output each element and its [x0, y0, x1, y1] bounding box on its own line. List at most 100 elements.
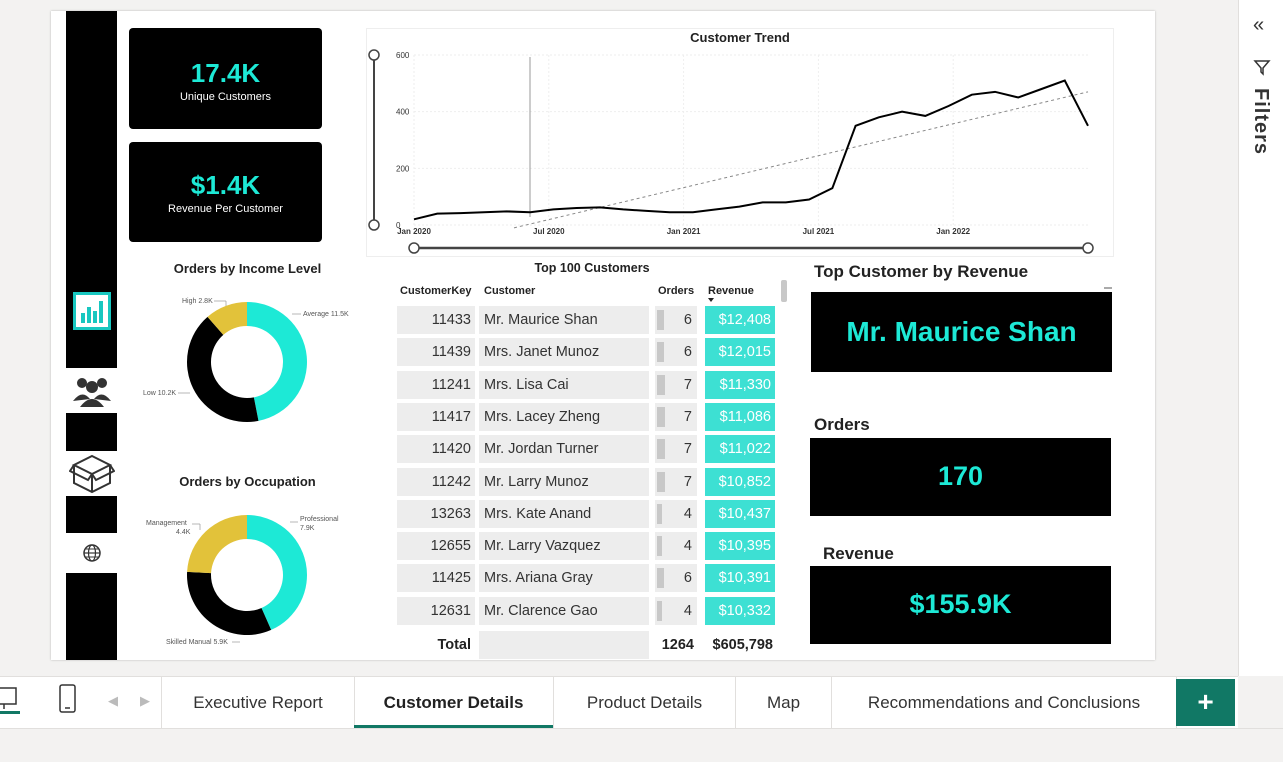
- tab-executive-report[interactable]: Executive Report: [161, 677, 355, 729]
- table-row[interactable]: 11242 Mr. Larry Munoz 7 $10,852: [397, 467, 777, 496]
- cell-customer-name: Mrs. Lisa Cai: [479, 370, 649, 399]
- kpi-value: $1.4K: [190, 170, 261, 200]
- orders-value: 7: [683, 441, 692, 458]
- cell-orders: 7: [655, 435, 697, 464]
- tab-scroll-right-icon[interactable]: ▶: [140, 693, 150, 709]
- table-row[interactable]: 11433 Mr. Maurice Shan 6 $12,408: [397, 306, 777, 334]
- slice-average[interactable]: [247, 302, 308, 421]
- add-page-button[interactable]: +: [1176, 679, 1235, 726]
- orders-databar: [657, 406, 665, 427]
- orders-databar: [657, 310, 664, 330]
- cell-customer-key: 11241: [397, 370, 475, 399]
- filters-pane: « Filters: [1238, 0, 1283, 676]
- tab-product-details[interactable]: Product Details: [554, 677, 736, 729]
- cell-revenue: $10,332: [705, 596, 775, 625]
- cell-revenue: $11,086: [705, 402, 775, 431]
- cell-orders: 7: [655, 402, 697, 431]
- table-row[interactable]: 11241 Mrs. Lisa Cai 7 $11,330: [397, 370, 777, 399]
- orders-databar: [657, 471, 665, 492]
- label-professional: Professional: [300, 516, 339, 523]
- label-management-value: 4.4K: [176, 529, 191, 536]
- kpi-unique-customers: 17.4K Unique Customers: [129, 28, 322, 129]
- orders-value: 4: [683, 602, 692, 619]
- label-average: Average 11.5K: [303, 311, 349, 318]
- filters-label[interactable]: Filters: [1249, 88, 1272, 155]
- orders-value: 7: [683, 408, 692, 425]
- cell-customer-name: Mr. Clarence Gao: [479, 596, 649, 625]
- cell-orders: 6: [655, 564, 697, 593]
- table-row[interactable]: 13263 Mrs. Kate Anand 4 $10,437: [397, 499, 777, 528]
- cell-revenue: $10,395: [705, 532, 775, 561]
- cell-orders: 7: [655, 467, 697, 496]
- tab-scroll-left-icon[interactable]: ◀: [108, 693, 118, 709]
- cell-revenue: $12,015: [705, 338, 775, 367]
- kpi-value: 17.4K: [190, 58, 261, 88]
- slice-skilled-manual[interactable]: [187, 571, 272, 635]
- header-customerkey[interactable]: CustomerKey: [400, 285, 472, 297]
- label-high: High 2.8K: [182, 298, 213, 305]
- cell-orders: 6: [655, 338, 697, 367]
- label-management: Management: [146, 520, 187, 527]
- tab-recommendations[interactable]: Recommendations and Conclusions: [832, 677, 1177, 729]
- y-slider-top-handle[interactable]: [368, 49, 380, 61]
- orders-value: 6: [683, 312, 692, 328]
- table-row[interactable]: 12631 Mr. Clarence Gao 4 $10,332: [397, 596, 777, 625]
- cell-orders: 7: [655, 370, 697, 399]
- people-icon: [72, 377, 111, 407]
- cell-revenue: $11,330: [705, 370, 775, 399]
- mobile-view-icon[interactable]: [57, 683, 79, 717]
- y-tick-label: 600: [396, 51, 410, 60]
- collapse-pane-icon[interactable]: «: [1253, 14, 1264, 37]
- table-row[interactable]: 11425 Mrs. Ariana Gray 6 $10,391: [397, 564, 777, 593]
- cell-customer-key: 11242: [397, 467, 475, 496]
- orders-databar: [657, 342, 664, 363]
- orders-databar: [657, 536, 662, 557]
- y-slider-bottom-handle[interactable]: [368, 219, 380, 231]
- desktop-view-icon[interactable]: [0, 686, 22, 716]
- income-donut: [186, 302, 308, 422]
- nav-products-button[interactable]: [66, 451, 117, 496]
- kpi-label: Revenue Per Customer: [168, 203, 283, 215]
- tab-map[interactable]: Map: [736, 677, 832, 729]
- table-row[interactable]: 11439 Mrs. Janet Munoz 6 $12,015: [397, 338, 777, 367]
- cell-customer-name: Mr. Larry Munoz: [479, 467, 649, 496]
- nav-executive-button[interactable]: [66, 290, 117, 332]
- occupation-donut: [187, 515, 308, 635]
- cell-customer-key: 12655: [397, 532, 475, 561]
- cell-customer-key: 12631: [397, 596, 475, 625]
- income-donut-chart: High 2.8K Average 11.5K Low 10.2K: [143, 298, 349, 422]
- nav-sidebar: [66, 11, 117, 660]
- tab-customer-details[interactable]: Customer Details: [354, 677, 554, 729]
- card-more-handle: [1104, 287, 1112, 289]
- top-customer-title: Top Customer by Revenue: [814, 262, 1029, 281]
- bar-chart-icon: [72, 292, 111, 330]
- cell-customer-key: 11417: [397, 402, 475, 431]
- cell-customer-name: Mrs. Ariana Gray: [479, 564, 649, 593]
- cell-orders: 4: [655, 532, 697, 561]
- cell-customer-key: 11433: [397, 306, 475, 334]
- header-orders[interactable]: Orders: [658, 285, 694, 297]
- trend-series-line: [413, 79, 1089, 221]
- table-row[interactable]: 12655 Mr. Larry Vazquez 4 $10,395: [397, 532, 777, 561]
- x-slider-right-handle[interactable]: [1082, 242, 1094, 254]
- sort-desc-icon: [708, 298, 714, 302]
- nav-customers-button[interactable]: [66, 368, 117, 413]
- x-slider-left-handle[interactable]: [408, 242, 420, 254]
- cell-customer-key: 11439: [397, 338, 475, 367]
- header-revenue[interactable]: Revenue: [708, 285, 754, 297]
- table-total-row: Total 1264 $605,798: [397, 631, 777, 659]
- trend-gridlines: [413, 54, 1088, 226]
- cell-revenue: $10,437: [705, 499, 775, 528]
- orders-label: Orders: [814, 415, 870, 434]
- revenue-card: $155.9K: [810, 566, 1111, 644]
- table-scrollbar[interactable]: [781, 280, 787, 302]
- table-row[interactable]: 11417 Mrs. Lacey Zheng 7 $11,086: [397, 402, 777, 431]
- table-row[interactable]: 11420 Mr. Jordan Turner 7 $11,022: [397, 435, 777, 464]
- nav-map-button[interactable]: [66, 533, 117, 573]
- header-customer[interactable]: Customer: [484, 285, 535, 297]
- orders-card: 170: [810, 438, 1111, 516]
- cell-customer-name: Mr. Larry Vazquez: [479, 532, 649, 561]
- orders-databar: [657, 503, 662, 524]
- kpi-revenue-per-customer: $1.4K Revenue Per Customer: [129, 142, 322, 242]
- orders-value: 6: [683, 570, 692, 587]
